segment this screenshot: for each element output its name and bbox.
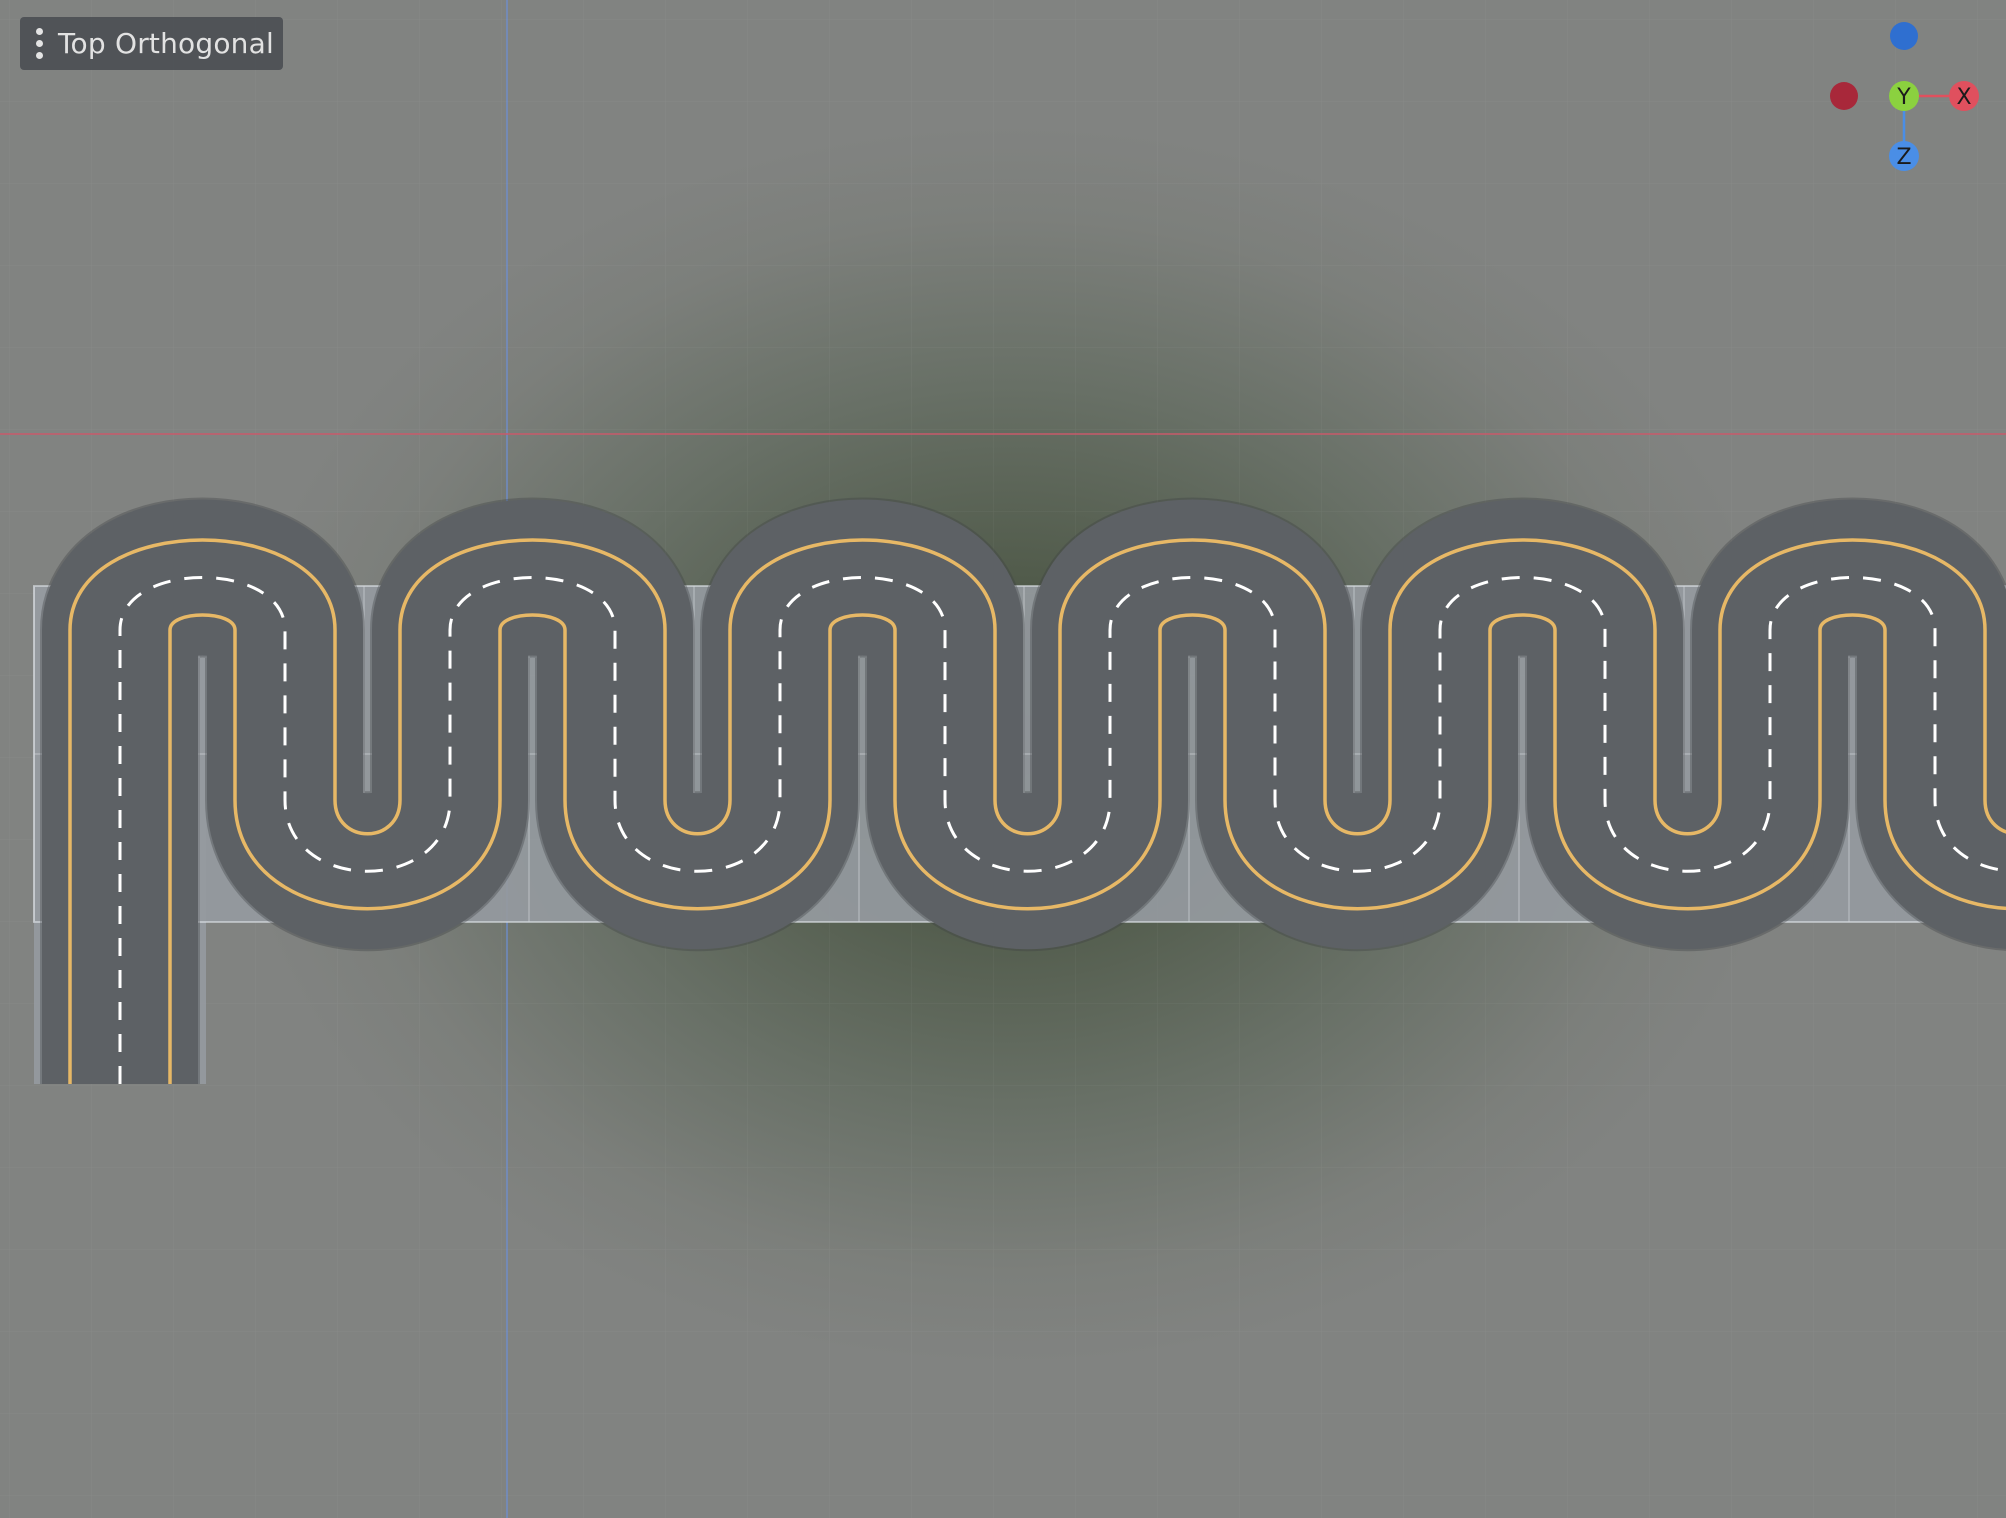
view-mode-label: Top Orthogonal: [58, 27, 274, 60]
3d-viewport[interactable]: Top Orthogonal Y X Z: [0, 0, 2006, 1518]
neg-z-gizmo-handle[interactable]: [1890, 22, 1918, 50]
view-menu-button[interactable]: Top Orthogonal: [20, 17, 283, 70]
scene-canvas[interactable]: [0, 0, 2006, 1518]
x-gizmo-label: X: [1956, 85, 1971, 110]
y-gizmo-label: Y: [1896, 85, 1911, 110]
kebab-menu-icon: [34, 28, 44, 59]
orientation-gizmo[interactable]: Y X Z: [1820, 10, 2000, 180]
z-gizmo-label: Z: [1896, 145, 1911, 170]
neg-x-gizmo-handle[interactable]: [1830, 82, 1858, 110]
